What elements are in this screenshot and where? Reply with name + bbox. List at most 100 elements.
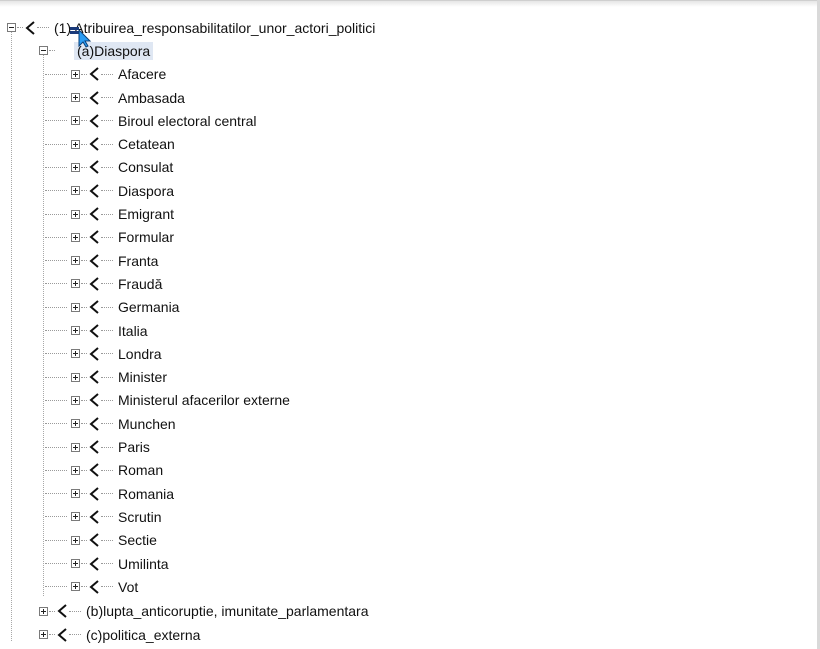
collapse-toggle-icon[interactable] [39,46,48,56]
tree-node-child[interactable]: Formular [45,226,174,249]
expand-toggle-icon[interactable] [71,302,80,312]
speaker-icon [88,207,100,221]
expand-toggle-icon[interactable] [71,395,80,405]
tree-node-child[interactable]: Germania [45,296,179,319]
expand-toggle-icon[interactable] [71,419,80,429]
tree-node-child[interactable]: Scrutin [45,505,162,528]
tree-connector [101,306,113,308]
tree-connector [69,634,81,636]
tree-node-child[interactable]: Sectie [45,529,157,552]
tree-node-child[interactable]: Franta [45,249,158,272]
speaker-icon [88,114,100,128]
expand-toggle-icon[interactable] [71,209,80,219]
expand-toggle-icon[interactable] [71,139,80,149]
tree-connector [81,120,87,122]
speaker-icon [88,183,100,198]
tree-node-child[interactable]: Cetatean [45,133,175,156]
expand-toggle-icon[interactable] [71,116,80,126]
tree-connector [45,423,67,425]
tree-node-child[interactable]: Munchen [45,412,176,435]
tree-connector [81,539,87,541]
tree-node-label: Italia [118,322,148,339]
tree-connector [81,423,87,425]
tree-node-child[interactable]: Londra [45,342,162,365]
expand-toggle-icon[interactable] [39,606,48,616]
tree-connector [49,50,55,52]
tree-connector [69,610,81,612]
tree-node-child[interactable]: Roman [45,459,163,482]
tree-connector [101,493,113,495]
tree-node-sibling-b[interactable]: (b)lupta_anticoruptie, imunitate_parlame… [39,600,369,623]
speaker-icon [88,393,100,408]
tree-node-child[interactable]: Consulat [45,156,173,179]
expand-toggle-icon[interactable] [71,162,80,172]
expand-toggle-icon[interactable] [71,232,80,242]
speaker-icon [88,137,100,151]
tree-connector [81,213,87,215]
tree-connector [45,539,67,541]
expand-toggle-icon[interactable] [71,256,80,266]
tree-node-label: Londra [118,345,162,362]
tree-node-label: Biroul electoral central [118,112,257,129]
tree-connector [81,376,87,378]
tree-node-child[interactable]: Vot [45,575,138,598]
tree-connector [49,634,55,636]
tree-node-label: (c)politica_externa [86,626,201,643]
tree-connector [101,73,113,75]
tree-node-child[interactable]: Afacere [45,63,166,86]
tree-node-label: Ambasada [118,89,185,106]
tree-connector [81,399,87,401]
tree-connector [101,236,113,238]
expand-toggle-icon[interactable] [71,535,80,545]
tree-node-child[interactable]: Diaspora [45,179,174,202]
expand-toggle-icon[interactable] [71,326,80,336]
tree-node-sibling-c[interactable]: (c)politica_externa [39,623,200,646]
expand-toggle-icon[interactable] [71,489,80,499]
tree-node-label: Umilinta [118,555,169,572]
tree-node-label: Cetatean [118,136,175,153]
tree-node-child[interactable]: Minister [45,366,168,389]
tree-node-label: Emigrant [118,206,175,223]
expand-toggle-icon[interactable] [71,69,80,79]
speaker-icon [88,67,100,81]
tree-node-child[interactable]: Biroul electoral central [45,109,257,132]
expand-toggle-icon[interactable] [39,630,48,640]
speaker-icon [88,486,100,501]
expand-toggle-icon[interactable] [71,93,80,103]
speaker-icon [88,533,100,547]
tree-connector [101,516,113,518]
tree-connector [45,190,67,192]
speaker-icon [56,604,68,618]
tree-node-child[interactable]: Fraudă [45,272,162,295]
tree-node-label: Scrutin [118,508,162,525]
tree-node-diaspora[interactable]: (a)Diaspora [39,39,154,62]
tree-node-child[interactable]: Umilinta [45,552,169,575]
tree-node-child[interactable]: Ambasada [45,86,185,109]
expand-toggle-icon[interactable] [71,372,80,382]
expand-toggle-icon[interactable] [71,442,80,452]
expand-toggle-icon[interactable] [71,559,80,569]
expand-toggle-icon[interactable] [71,465,80,475]
expand-toggle-icon[interactable] [71,512,80,522]
tree-connector [81,260,87,262]
tree-node-child[interactable]: Ministerul afacerilor externe [45,389,290,412]
tree-connector [81,143,87,145]
expand-toggle-icon[interactable] [71,279,80,289]
tree-node-child[interactable]: Emigrant [45,202,175,225]
tree-node-label: Munchen [118,415,176,432]
expand-toggle-icon[interactable] [71,582,80,592]
collapse-toggle-icon[interactable] [7,23,16,33]
speaker-icon [88,416,100,431]
tree-connector [101,353,113,355]
tree-node-child[interactable]: Paris [45,435,150,458]
speaker-icon [88,90,100,105]
tree-node-child[interactable]: Romania [45,482,174,505]
tree-node-label: Minister [118,369,168,386]
expand-toggle-icon[interactable] [71,186,80,196]
tree-node-child[interactable]: Italia [45,319,148,342]
tree-node-root[interactable]: (1) Atribuirea_responsabilitatilor_unor_… [7,16,375,39]
expand-toggle-icon[interactable] [71,349,80,359]
tree-connector [81,283,87,285]
tree-connector [101,446,113,448]
speaker-icon [88,510,100,524]
